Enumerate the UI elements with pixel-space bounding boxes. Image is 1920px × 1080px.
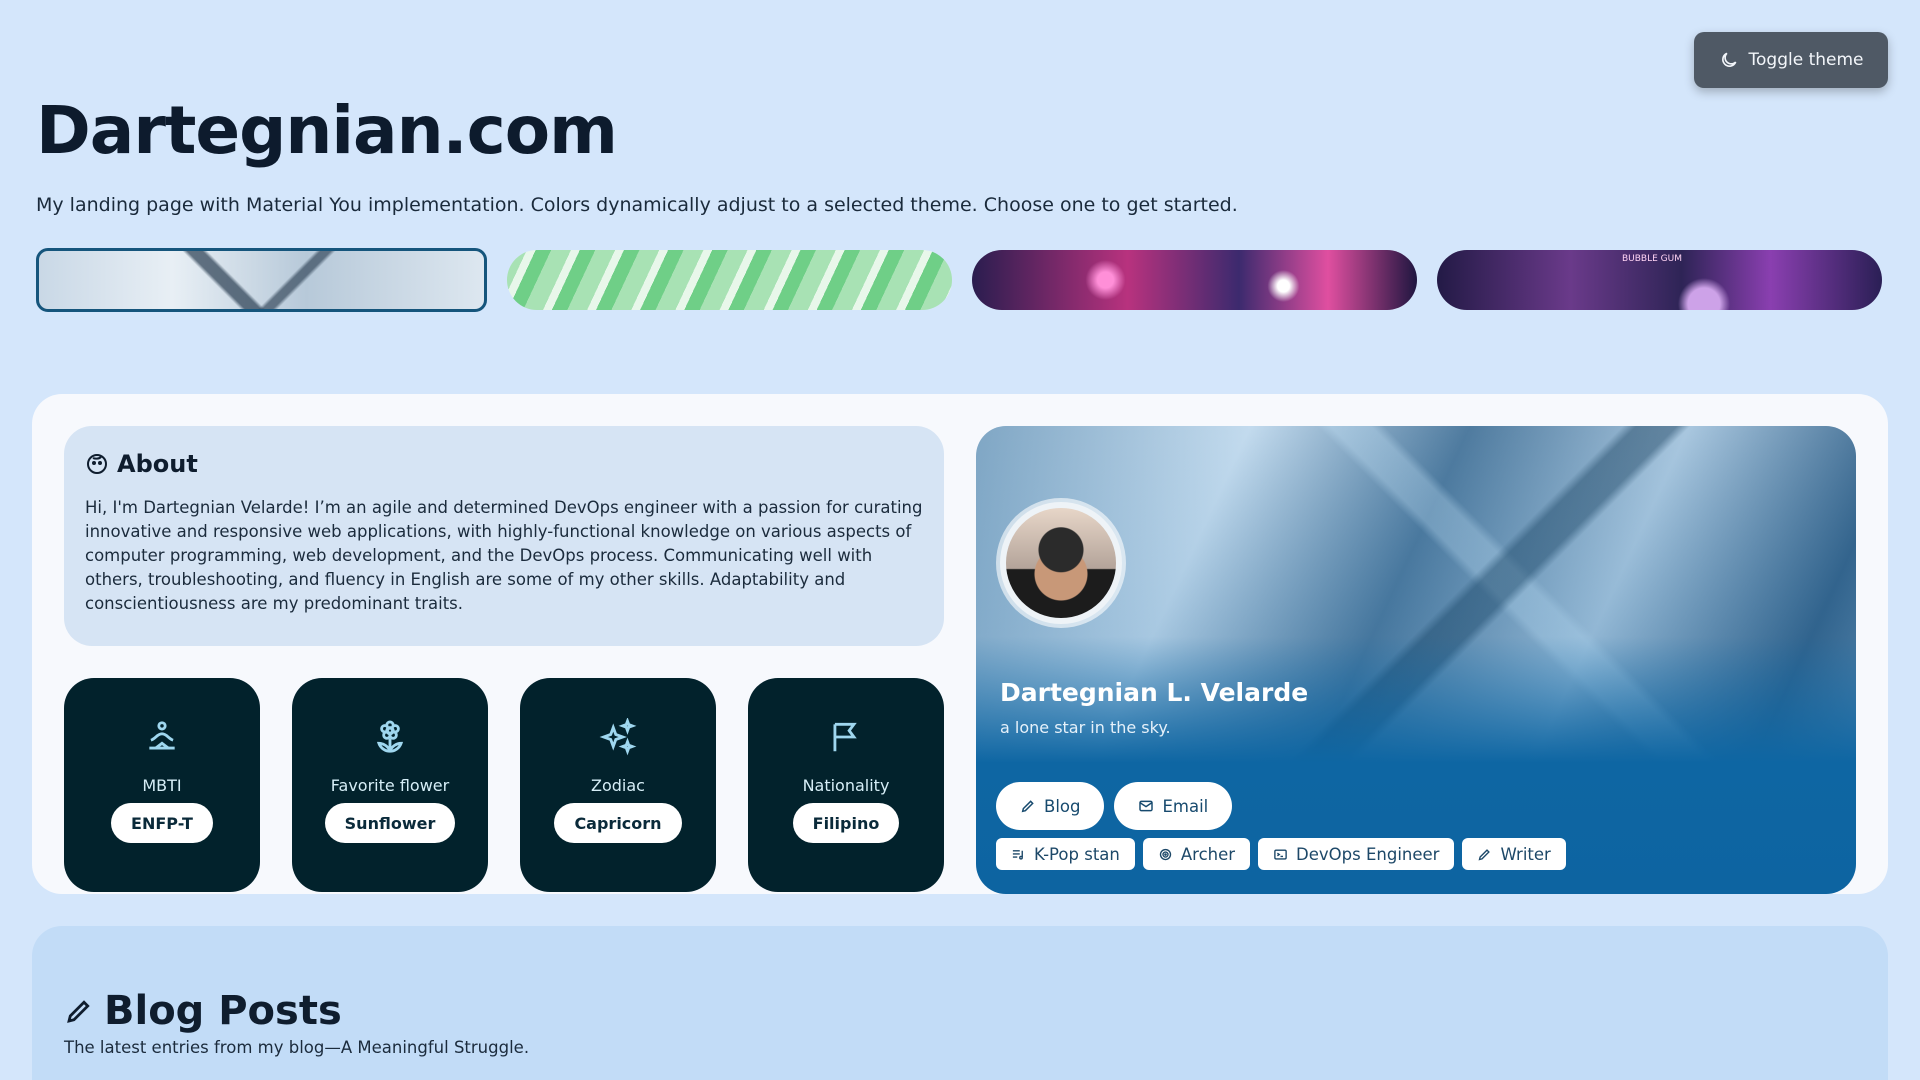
profile-actions: Blog Email: [996, 782, 1233, 830]
page-title: Dartegnian.com: [36, 92, 618, 169]
blog-button-label: Blog: [1044, 796, 1081, 816]
flower-icon: [376, 720, 404, 753]
pencil-icon: [1479, 848, 1491, 860]
trait-label: Favorite flower: [330, 776, 450, 795]
theme-picker: BUBBLE GUM: [36, 248, 1882, 314]
chip-writer: Writer: [1462, 838, 1566, 870]
pencil-icon: [1021, 800, 1034, 813]
toggle-theme-label: Toggle theme: [1748, 50, 1864, 70]
traits-row: MBTI ENFP-T Favorite flower Sunflower Zo…: [64, 678, 944, 892]
blog-section: Blog Posts The latest entries from my bl…: [32, 926, 1888, 1080]
blog-title: Blog Posts: [104, 988, 342, 1034]
trait-value: ENFP-T: [111, 803, 213, 843]
chip-archer: Archer: [1142, 838, 1251, 870]
trait-card-mbti: MBTI ENFP-T: [64, 678, 260, 892]
profile-tagline: a lone star in the sky.: [1000, 718, 1171, 737]
trait-label: Zodiac: [591, 776, 645, 795]
trait-label: Nationality: [802, 776, 890, 795]
chip-label: Writer: [1500, 844, 1551, 864]
bubble-gum-sign: BUBBLE GUM: [1622, 254, 1682, 264]
email-button[interactable]: Email: [1114, 782, 1233, 830]
theme-option-green[interactable]: [507, 250, 952, 310]
theme-option-neon[interactable]: [972, 250, 1417, 310]
mail-icon: [1139, 800, 1154, 812]
face-icon: [87, 454, 107, 474]
trait-value: Filipino: [792, 803, 900, 843]
email-button-label: Email: [1162, 796, 1209, 816]
trait-card-nationality: Nationality Filipino: [748, 678, 944, 892]
moon-icon: [1721, 52, 1736, 67]
meditation-icon: [149, 721, 175, 750]
theme-option-bubblegum[interactable]: BUBBLE GUM: [1437, 250, 1882, 310]
toggle-theme-button[interactable]: Toggle theme: [1694, 32, 1888, 88]
chip-label: Archer: [1180, 844, 1236, 864]
trait-value: Sunflower: [324, 803, 456, 843]
trait-value: Capricorn: [554, 803, 682, 843]
about-card: About Hi, I'm Dartegnian Velarde! I’m an…: [64, 426, 944, 646]
profile-chips: K-Pop stan Archer DevOps Engineer Writer: [996, 838, 1566, 870]
page-subtitle: My landing page with Material You implem…: [36, 194, 1238, 216]
trait-card-flower: Favorite flower Sunflower: [292, 678, 488, 892]
terminal-icon: [1274, 848, 1287, 860]
chip-kpop: K-Pop stan: [996, 838, 1135, 870]
blog-button[interactable]: Blog: [996, 782, 1105, 830]
about-title: About: [117, 450, 198, 478]
trait-card-zodiac: Zodiac Capricorn: [520, 678, 716, 892]
music-list-icon: [1012, 849, 1023, 860]
chip-devops: DevOps Engineer: [1258, 838, 1455, 870]
sparkles-icon: [599, 718, 637, 756]
blog-subtitle: The latest entries from my blog—A Meanin…: [64, 1038, 530, 1057]
avatar: [1000, 502, 1122, 624]
avatar-photo: [1006, 508, 1116, 618]
theme-option-glass[interactable]: [36, 248, 487, 312]
flag-icon: [833, 722, 857, 752]
chip-label: K-Pop stan: [1034, 844, 1120, 864]
profile-name: Dartegnian L. Velarde: [1000, 678, 1309, 707]
chip-label: DevOps Engineer: [1296, 844, 1440, 864]
trait-label: MBTI: [142, 776, 182, 795]
profile-card: Dartegnian L. Velarde a lone star in the…: [976, 426, 1856, 894]
about-text: Hi, I'm Dartegnian Velarde! I’m an agile…: [85, 498, 923, 613]
target-icon: [1159, 848, 1172, 860]
pencil-icon: [67, 1000, 90, 1023]
main-card: About Hi, I'm Dartegnian Velarde! I’m an…: [32, 394, 1888, 894]
